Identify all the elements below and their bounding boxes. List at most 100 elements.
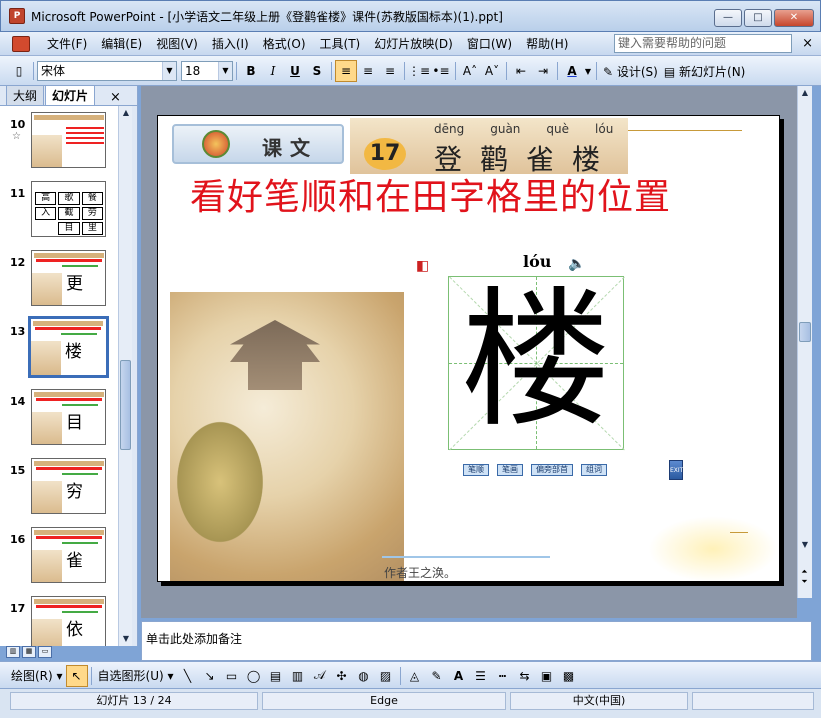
scroll-thumb[interactable] (120, 360, 131, 450)
increase-indent-button[interactable]: ⇥ (532, 60, 554, 82)
slide-thumbnail-13[interactable]: 13 楼 (0, 316, 118, 383)
font-color-icon[interactable]: A (448, 665, 470, 687)
menu-format[interactable]: 格式(O) (256, 33, 313, 55)
diagram-icon[interactable]: ✣ (331, 665, 353, 687)
thumb-char: 更 (66, 274, 83, 294)
line-color-icon[interactable]: ✎ (426, 665, 448, 687)
help-search-input[interactable]: 键入需要帮助的问题 (614, 34, 792, 53)
next-slide-icon[interactable]: ⏷ (797, 577, 812, 587)
design-button[interactable]: ✎ 设计(S) (600, 63, 661, 80)
scroll-thumb[interactable] (799, 322, 811, 342)
slide-main-title[interactable]: 看好笔顺和在田字格里的位置 (190, 168, 671, 220)
exit-icon[interactable]: EXIT (669, 460, 683, 480)
pagoda-landscape-image[interactable] (170, 292, 404, 581)
grid-cell: 截 (58, 207, 80, 220)
slide-thumbnails[interactable]: 10 ☆ 11 高 歌 餐 入 截 劳 目 里 12 更 13 楼 14 目 1… (0, 106, 118, 646)
italic-button[interactable]: I (262, 60, 284, 82)
scroll-up-icon[interactable]: ▲ (798, 86, 812, 100)
powerpoint-icon[interactable]: P (9, 8, 25, 24)
select-pointer-icon[interactable]: ↖ (65, 664, 88, 687)
new-slide-button[interactable]: ▤ 新幻灯片(N) (661, 63, 749, 80)
vertical-textbox-icon[interactable]: ▥ (287, 665, 309, 687)
autoshapes-button[interactable]: 自选图形(U) ▾ (95, 667, 177, 684)
stroke-order-button[interactable]: 笔顺 (463, 464, 489, 476)
chevron-down-icon[interactable]: ▼ (583, 60, 593, 82)
menu-slideshow[interactable]: 幻灯片放映(D) (367, 33, 460, 55)
thumbnail-scrollbar[interactable]: ▲ ▼ (118, 106, 132, 646)
shadow-button[interactable]: S (306, 60, 328, 82)
arrow-icon[interactable]: ↘ (199, 665, 221, 687)
picture-icon[interactable]: ▨ (375, 665, 397, 687)
clipart-icon[interactable]: ◍ (353, 665, 375, 687)
underline-button[interactable]: U (284, 60, 306, 82)
slide-thumbnail-16[interactable]: 16 雀 (0, 527, 118, 591)
align-left-button[interactable]: ≡ (335, 60, 357, 82)
menu-edit[interactable]: 编辑(E) (94, 33, 149, 55)
stroke-button[interactable]: 笔画 (497, 464, 523, 476)
menu-view[interactable]: 视图(V) (149, 33, 205, 55)
font-size-select[interactable]: 18 ▼ (181, 61, 233, 81)
font-color-button[interactable]: A (561, 60, 583, 82)
shrink-font-button[interactable]: A˅ (481, 60, 503, 82)
sound-anchor-icon[interactable]: ◧ (416, 258, 432, 274)
status-bar: 幻灯片 13 / 24 Edge 中文(中国) (0, 688, 821, 718)
numbering-button[interactable]: ⋮≡ (408, 60, 430, 82)
slide-thumbnail-15[interactable]: 15 穷 (0, 458, 118, 522)
draw-label: 绘图(R) (11, 669, 53, 683)
radical-button[interactable]: 偏旁部首 (531, 464, 573, 476)
slide-thumbnail-12[interactable]: 12 更 (0, 250, 118, 314)
menu-tools[interactable]: 工具(T) (313, 33, 368, 55)
line-icon[interactable]: ╲ (177, 665, 199, 687)
slide-thumbnail-14[interactable]: 14 目 (0, 389, 118, 453)
word-group-button[interactable]: 组词 (581, 464, 607, 476)
tab-outline[interactable]: 大纲 (6, 85, 45, 105)
close-pane-icon[interactable]: × (110, 90, 121, 105)
previous-slide-icon[interactable]: ⏶ (797, 567, 812, 577)
thumb-title-line (35, 327, 101, 330)
shadow-style-icon[interactable]: ▣ (536, 665, 558, 687)
menu-file[interactable]: 文件(F) (40, 33, 94, 55)
line-style-icon[interactable]: ☰ (470, 665, 492, 687)
menu-insert[interactable]: 插入(I) (205, 33, 256, 55)
slide-scrollbar[interactable]: ▲ ▼ (797, 86, 812, 598)
rectangle-icon[interactable]: ▭ (221, 665, 243, 687)
scroll-down-icon[interactable]: ▼ (119, 632, 133, 646)
current-slide[interactable]: 课文 17 dēng guàn què lóu 登 鹳 雀 楼 看好笔顺和在田字… (157, 115, 780, 582)
normal-view-icon[interactable]: ▥ (6, 646, 20, 658)
slideshow-view-icon[interactable]: ▭ (38, 646, 52, 658)
scroll-up-icon[interactable]: ▲ (119, 106, 133, 120)
draw-menu-button[interactable]: 绘图(R) ▾ (8, 667, 66, 684)
align-center-button[interactable]: ≡ (357, 60, 379, 82)
slide-thumbnail-10[interactable]: 10 ☆ (0, 112, 118, 176)
bullets-button[interactable]: •≡ (430, 60, 452, 82)
speaker-icon[interactable]: 🔈 (568, 256, 585, 272)
slide-sorter-view-icon[interactable]: ▦ (22, 646, 36, 658)
chevron-down-icon[interactable]: ▼ (218, 62, 232, 80)
notes-pane[interactable]: 单击此处添加备注 (141, 621, 812, 661)
scroll-down-icon[interactable]: ▼ (798, 538, 812, 552)
tab-slides[interactable]: 幻灯片 (45, 85, 96, 105)
bold-button[interactable]: B (240, 60, 262, 82)
fill-color-icon[interactable]: ◬ (404, 665, 426, 687)
maximize-button[interactable]: □ (744, 9, 772, 27)
font-family-select[interactable]: 宋体 ▼ (37, 61, 177, 81)
dash-style-icon[interactable]: ┅ (492, 665, 514, 687)
minimize-button[interactable]: — (714, 9, 742, 27)
slide-thumbnail-17[interactable]: 17 依 (0, 596, 118, 646)
close-document-icon[interactable]: × (802, 36, 813, 51)
document-menu-icon[interactable] (12, 35, 30, 52)
3d-style-icon[interactable]: ▩ (558, 665, 580, 687)
menu-help[interactable]: 帮助(H) (519, 33, 575, 55)
wordart-icon[interactable]: 𝒜 (309, 665, 331, 687)
close-button[interactable]: ✕ (774, 9, 814, 27)
slide-thumbnail-11[interactable]: 11 高 歌 餐 入 截 劳 目 里 (0, 181, 118, 245)
align-right-button[interactable]: ≡ (379, 60, 401, 82)
arrow-style-icon[interactable]: ⇆ (514, 665, 536, 687)
new-document-icon[interactable]: ▯ (8, 60, 30, 82)
menu-window[interactable]: 窗口(W) (460, 33, 519, 55)
oval-icon[interactable]: ◯ (243, 665, 265, 687)
decrease-indent-button[interactable]: ⇤ (510, 60, 532, 82)
grow-font-button[interactable]: A˄ (459, 60, 481, 82)
textbox-icon[interactable]: ▤ (265, 665, 287, 687)
chevron-down-icon[interactable]: ▼ (162, 62, 176, 80)
